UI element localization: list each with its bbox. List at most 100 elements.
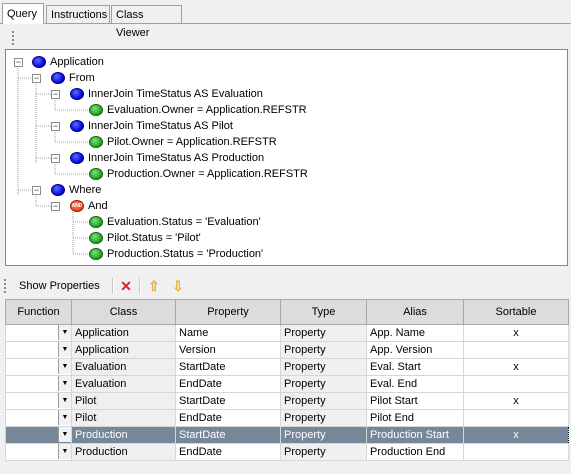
collapse-join2-icon[interactable]: − — [51, 122, 60, 131]
blue-node-icon — [51, 72, 65, 84]
delete-icon[interactable]: ✕ — [119, 278, 133, 294]
sortable-cell[interactable] — [463, 341, 569, 359]
table-row[interactable]: ▼ Evaluation StartDate Property Eval. St… — [5, 358, 569, 376]
sortable-cell[interactable]: x — [463, 392, 569, 410]
table-row[interactable]: ▼ Evaluation EndDate Property Eval. End — [5, 375, 569, 393]
function-cell[interactable]: ▼ — [5, 341, 72, 359]
alias-cell[interactable]: App. Name — [366, 324, 464, 342]
arrow-up-icon[interactable]: ⇧ — [147, 278, 161, 294]
alias-cell[interactable]: Eval. End — [366, 375, 464, 393]
column-header-function[interactable]: Function — [5, 299, 72, 325]
green-node-icon — [89, 136, 103, 148]
property-cell: EndDate — [175, 375, 281, 393]
toolbar-grip-icon[interactable] — [4, 279, 7, 295]
type-cell: Property — [280, 375, 367, 393]
sortable-cell[interactable]: x — [463, 324, 569, 342]
function-cell[interactable]: ▼ — [5, 409, 72, 427]
arrow-down-icon[interactable]: ⇩ — [171, 278, 185, 294]
alias-cell[interactable]: Pilot End — [366, 409, 464, 427]
properties-grid[interactable]: Function Class Property Type Alias Sorta… — [5, 299, 569, 461]
property-cell: StartDate — [175, 358, 281, 376]
function-cell[interactable]: ▼ — [5, 375, 72, 393]
collapse-join3-icon[interactable]: − — [51, 154, 60, 163]
collapse-join1-icon[interactable]: − — [51, 90, 60, 99]
type-cell: Property — [280, 392, 367, 410]
show-properties-button[interactable]: Show Properties — [19, 279, 100, 293]
green-node-icon — [89, 168, 103, 180]
dropdown-arrow-icon[interactable]: ▼ — [58, 376, 71, 391]
sortable-cell[interactable] — [463, 375, 569, 393]
sortable-cell[interactable]: x — [463, 358, 569, 376]
class-cell: Application — [71, 324, 176, 342]
class-cell: Pilot — [71, 409, 176, 427]
toolbar-separator — [139, 278, 141, 294]
class-cell: Production — [71, 443, 176, 461]
alias-cell[interactable]: Production End — [366, 443, 464, 461]
class-cell: Application — [71, 341, 176, 359]
dropdown-arrow-icon[interactable]: ▼ — [58, 359, 71, 374]
blue-node-icon — [70, 120, 84, 132]
type-cell: Property — [280, 324, 367, 342]
alias-cell[interactable]: Pilot Start — [366, 392, 464, 410]
function-cell[interactable]: ▼ — [5, 426, 72, 444]
function-cell[interactable]: ▼ — [5, 324, 72, 342]
tab-instructions[interactable]: Instructions — [46, 5, 110, 23]
table-row[interactable]: ▼ Pilot EndDate Property Pilot End — [5, 409, 569, 427]
sortable-cell[interactable] — [463, 409, 569, 427]
table-row[interactable]: ▼ Application Name Property App. Name x — [5, 324, 569, 342]
blue-node-icon — [70, 152, 84, 164]
table-row-selected[interactable]: ▼ Production StartDate Property Producti… — [5, 426, 569, 444]
collapse-where-icon[interactable]: − — [32, 186, 41, 195]
property-cell: Name — [175, 324, 281, 342]
tab-class-viewer[interactable]: Class Viewer — [111, 5, 182, 39]
column-header-property[interactable]: Property — [175, 299, 281, 325]
column-header-class[interactable]: Class — [71, 299, 176, 325]
function-cell[interactable]: ▼ — [5, 443, 72, 461]
dropdown-arrow-icon[interactable]: ▼ — [58, 444, 71, 459]
collapse-from-icon[interactable]: − — [32, 74, 41, 83]
alias-cell[interactable]: Eval. Start — [366, 358, 464, 376]
alias-cell[interactable]: Production Start — [366, 426, 464, 444]
column-header-sortable[interactable]: Sortable — [463, 299, 569, 325]
dropdown-arrow-icon[interactable]: ▼ — [58, 410, 71, 425]
grid-header: Function Class Property Type Alias Sorta… — [5, 299, 569, 325]
tab-query[interactable]: Query — [2, 3, 44, 24]
property-cell: StartDate — [175, 392, 281, 410]
class-cell: Evaluation — [71, 375, 176, 393]
and-operator-icon: AND — [70, 200, 84, 212]
class-cell: Pilot — [71, 392, 176, 410]
dropdown-arrow-icon[interactable]: ▼ — [58, 325, 71, 340]
alias-cell[interactable]: App. Version — [366, 341, 464, 359]
query-tree[interactable]: − Application − From − InnerJoin TimeSta… — [5, 49, 568, 266]
column-header-alias[interactable]: Alias — [366, 299, 464, 325]
collapse-and-icon[interactable]: − — [51, 202, 60, 211]
class-cell: Evaluation — [71, 358, 176, 376]
dropdown-arrow-icon[interactable]: ▼ — [58, 342, 71, 357]
green-node-icon — [89, 248, 103, 260]
dropdown-arrow-icon[interactable]: ▼ — [58, 427, 71, 442]
table-row[interactable]: ▼ Pilot StartDate Property Pilot Start x — [5, 392, 569, 410]
function-cell[interactable]: ▼ — [5, 392, 72, 410]
green-node-icon — [89, 104, 103, 116]
type-cell: Property — [280, 426, 367, 444]
table-row[interactable]: ▼ Production EndDate Property Production… — [5, 443, 569, 461]
toolbar-separator — [112, 278, 114, 294]
property-cell: EndDate — [175, 443, 281, 461]
type-cell: Property — [280, 358, 367, 376]
dropdown-arrow-icon[interactable]: ▼ — [58, 393, 71, 408]
blue-node-icon — [51, 184, 65, 196]
function-cell[interactable]: ▼ — [5, 358, 72, 376]
column-header-type[interactable]: Type — [280, 299, 367, 325]
property-cell: Version — [175, 341, 281, 359]
sortable-cell[interactable] — [463, 443, 569, 461]
collapse-root-icon[interactable]: − — [14, 58, 23, 67]
type-cell: Property — [280, 409, 367, 427]
blue-node-icon — [32, 56, 46, 68]
blue-node-icon — [70, 88, 84, 100]
toolbar-grip-icon[interactable] — [12, 31, 15, 47]
class-cell: Production — [71, 426, 176, 444]
type-cell: Property — [280, 341, 367, 359]
sortable-cell[interactable]: x — [463, 426, 569, 444]
table-row[interactable]: ▼ Application Version Property App. Vers… — [5, 341, 569, 359]
property-cell: EndDate — [175, 409, 281, 427]
